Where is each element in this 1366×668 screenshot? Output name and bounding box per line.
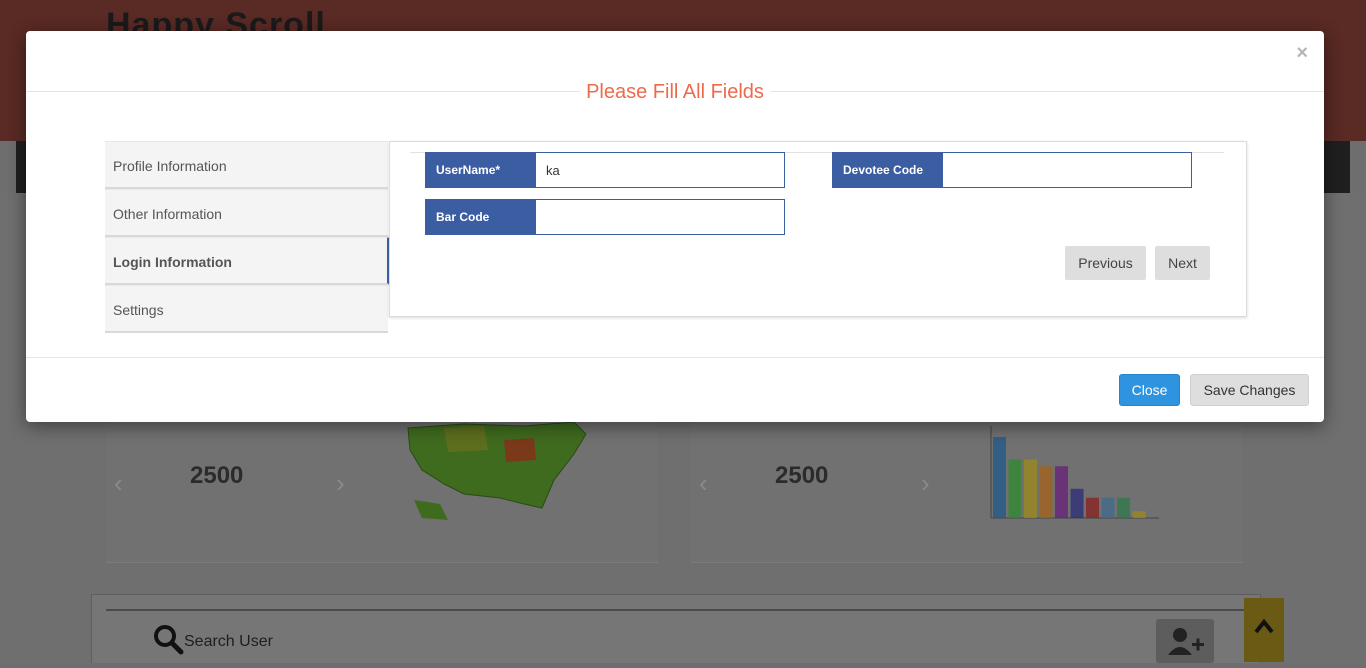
search-user-input[interactable]: Search User: [184, 633, 273, 651]
bar: [1070, 488, 1084, 518]
add-user-button[interactable]: [1156, 619, 1214, 663]
stat-value: 2500: [775, 462, 829, 489]
login-information-panel: UserName* Devotee Code Bar Code Previous…: [389, 141, 1247, 317]
previous-button[interactable]: Previous: [1065, 246, 1146, 280]
bar: [1024, 459, 1037, 518]
bar-chart-thumbnail: [990, 426, 1159, 519]
stat-value: 2500: [190, 462, 244, 489]
stat-card-map: ‹ 2500 ›: [106, 420, 658, 563]
tab-profile-information[interactable]: Profile Information: [105, 141, 388, 189]
bar: [1055, 466, 1068, 518]
bar: [993, 437, 1006, 518]
modal-footer-divider: [26, 357, 1324, 358]
scroll-to-top-button[interactable]: [1244, 598, 1284, 662]
chevron-right-icon[interactable]: ›: [336, 468, 345, 499]
add-user-icon: [1168, 628, 1204, 655]
bar: [1101, 497, 1115, 518]
close-icon[interactable]: ×: [1296, 43, 1308, 63]
us-map-image: [407, 421, 587, 520]
bar-code-label: Bar Code: [426, 200, 536, 234]
username-label: UserName*: [426, 153, 536, 187]
tab-other-information[interactable]: Other Information: [105, 189, 388, 237]
bar: [1008, 459, 1022, 518]
bar: [1117, 497, 1130, 518]
bar: [1132, 511, 1146, 518]
form-section-tabs: Profile Information Other Information Lo…: [105, 141, 390, 333]
bar-code-input[interactable]: [536, 200, 784, 234]
stat-card-chart: ‹ 2500 ›: [691, 420, 1243, 563]
chevron-left-icon[interactable]: ‹: [114, 468, 123, 499]
user-search-panel: Search User: [91, 594, 1261, 663]
modal-title: Please Fill All Fields: [26, 81, 1324, 104]
close-button[interactable]: Close: [1119, 374, 1180, 406]
modal-title-text: Please Fill All Fields: [580, 81, 770, 103]
chevron-right-icon[interactable]: ›: [921, 468, 930, 499]
search-icon: [154, 625, 184, 655]
bar: [1039, 466, 1053, 518]
registration-modal: × Please Fill All Fields Profile Informa…: [26, 31, 1324, 422]
bar-code-field: Bar Code: [425, 199, 785, 235]
chevron-left-icon[interactable]: ‹: [699, 468, 708, 499]
bar: [1086, 497, 1099, 518]
devotee-code-input[interactable]: [943, 153, 1191, 187]
next-button[interactable]: Next: [1155, 246, 1210, 280]
chevron-up-icon: [1254, 618, 1274, 634]
save-changes-button[interactable]: Save Changes: [1190, 374, 1309, 406]
username-input[interactable]: [536, 153, 784, 187]
devotee-code-field: Devotee Code: [832, 152, 1192, 188]
divider: [106, 609, 1246, 611]
tab-login-information[interactable]: Login Information: [105, 237, 390, 285]
username-field: UserName*: [425, 152, 785, 188]
devotee-code-label: Devotee Code: [833, 153, 943, 187]
tab-settings[interactable]: Settings: [105, 285, 388, 333]
